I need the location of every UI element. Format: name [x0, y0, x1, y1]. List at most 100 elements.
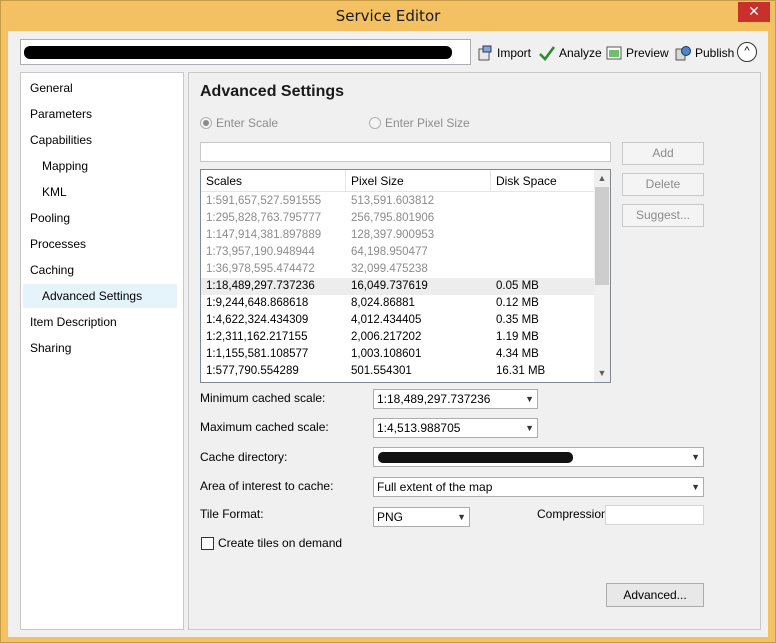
sidebar-item-sharing[interactable]: Sharing [21, 336, 183, 360]
chevron-down-icon: ▼ [525, 423, 534, 433]
sidebar-item-item-description[interactable]: Item Description [21, 310, 183, 334]
analyze-label: Analyze [559, 46, 602, 60]
title-bar[interactable]: Service Editor ✕ [1, 1, 775, 31]
area-of-interest-label: Area of interest to cache: [200, 479, 334, 493]
publish-label: Publish [695, 46, 735, 60]
scale-cell: 1:36,978,595.474472 [206, 263, 315, 275]
collapse-button[interactable]: ^ [737, 42, 757, 62]
close-button[interactable]: ✕ [738, 2, 770, 22]
sidebar-item-general[interactable]: General [21, 76, 183, 100]
scale-cell: 1:577,790.554289 [206, 365, 299, 377]
scale-cell: 1:2,311,162.217155 [206, 331, 308, 343]
table-row[interactable]: 1:577,790.554289 501.554301 16.31 MB [201, 363, 595, 380]
service-editor-window: Service Editor ✕ Import Analyze Preview [0, 0, 776, 643]
import-button[interactable]: Import [477, 43, 531, 63]
analyze-button[interactable]: Analyze [539, 43, 602, 63]
publish-button[interactable]: Publish [675, 43, 734, 63]
disk-space-cell: 0.05 MB [496, 280, 539, 292]
sidebar-item-advanced-settings[interactable]: Advanced Settings [23, 284, 177, 308]
advanced-settings-panel: Advanced Settings Enter Scale Enter Pixe… [188, 72, 761, 630]
scale-cell: 1:147,914,381.897889 [206, 229, 322, 241]
radio-button-checked[interactable] [200, 117, 212, 129]
enter-pixel-size-radio[interactable]: Enter Pixel Size [369, 116, 470, 130]
disk-space-cell: 1.19 MB [496, 331, 539, 343]
disk-space-cell: 0.35 MB [496, 314, 539, 326]
table-scrollbar[interactable]: ▲ ▼ [594, 170, 610, 382]
create-tiles-on-demand-label: Create tiles on demand [218, 536, 343, 550]
chevron-down-icon: ▼ [691, 452, 700, 462]
chevron-down-icon: ▼ [457, 512, 466, 522]
create-tiles-on-demand-checkbox[interactable]: Create tiles on demand [201, 536, 342, 550]
scale-cell: 1:73,957,190.948944 [206, 246, 315, 258]
scale-input[interactable] [200, 142, 611, 162]
scroll-down-arrow[interactable]: ▼ [594, 365, 610, 382]
table-row[interactable]: 1:36,978,595.474472 32,099.475238 [201, 261, 595, 278]
pixel-size-cell: 513,591.603812 [351, 195, 435, 207]
tile-format-dropdown[interactable]: PNG ▼ [373, 507, 470, 527]
advanced-button[interactable]: Advanced... [606, 583, 704, 607]
column-header-disk-space[interactable]: Disk Space [491, 170, 595, 192]
checkbox[interactable] [201, 536, 214, 550]
scales-table[interactable]: Scales Pixel Size Disk Space 1:591,657,5… [200, 169, 611, 383]
cache-directory-label: Cache directory: [200, 450, 288, 464]
sidebar-item-capabilities[interactable]: Capabilities [21, 128, 183, 152]
sidebar-item-processes[interactable]: Processes [21, 232, 183, 256]
pixel-size-cell: 2,006.217202 [351, 331, 422, 343]
column-header-pixel-size[interactable]: Pixel Size [346, 170, 491, 192]
disk-space-cell: 16.31 MB [496, 365, 546, 377]
enter-scale-radio[interactable]: Enter Scale [200, 116, 278, 130]
pixel-size-cell: 64,198.950477 [351, 246, 428, 258]
table-row[interactable]: 1:9,244,648.868618 8,024.86881 0.12 MB [201, 295, 595, 312]
scale-cell: 1:4,622,324.434309 [206, 314, 309, 326]
delete-button[interactable]: Delete [622, 173, 704, 196]
min-scale-label: Minimum cached scale: [200, 391, 326, 405]
pixel-size-cell: 32,099.475238 [351, 263, 428, 275]
sidebar-item-kml[interactable]: KML [21, 180, 183, 204]
table-row[interactable]: 1:591,657,527.591555 513,591.603812 [201, 193, 595, 210]
sidebar-item-caching[interactable]: Caching [21, 258, 183, 282]
sidebar-item-parameters[interactable]: Parameters [21, 102, 183, 126]
redacted-service-name [24, 46, 452, 59]
column-header-scales[interactable]: Scales [201, 170, 346, 192]
table-row[interactable]: 1:18,489,297.737236 16,049.737619 0.05 MB [201, 278, 595, 295]
preview-icon [606, 45, 622, 61]
compression-label: Compression: [537, 507, 612, 521]
table-row[interactable]: 1:73,957,190.948944 64,198.950477 [201, 244, 595, 261]
area-of-interest-value: Full extent of the map [377, 480, 493, 494]
scale-cell: 1:9,244,648.868618 [206, 297, 309, 309]
pixel-size-cell: 501.554301 [351, 365, 412, 377]
table-row[interactable]: 1:147,914,381.897889 128,397.900953 [201, 227, 595, 244]
radio-button[interactable] [369, 117, 381, 129]
enter-pixel-size-label: Enter Pixel Size [385, 116, 470, 130]
import-icon [477, 45, 493, 61]
cache-directory-dropdown[interactable]: ▼ [373, 447, 704, 467]
tile-format-label: Tile Format: [200, 507, 264, 521]
scroll-up-arrow[interactable]: ▲ [594, 170, 610, 187]
min-scale-value: 1:18,489,297.737236 [377, 392, 491, 406]
compression-field[interactable] [605, 505, 704, 525]
tile-format-value: PNG [377, 510, 404, 524]
sidebar-item-pooling[interactable]: Pooling [21, 206, 183, 230]
table-row[interactable]: 1:1,155,581.108577 1,003.108601 4.34 MB [201, 346, 595, 363]
add-button[interactable]: Add [622, 142, 704, 165]
area-of-interest-dropdown[interactable]: Full extent of the map ▼ [373, 477, 704, 497]
preview-button[interactable]: Preview [606, 43, 669, 63]
pixel-size-cell: 8,024.86881 [351, 297, 415, 309]
scrollbar-thumb[interactable] [595, 187, 609, 285]
preview-label: Preview [626, 46, 669, 60]
table-row[interactable]: 1:295,828,763.795777 256,795.801906 [201, 210, 595, 227]
max-scale-dropdown[interactable]: 1:4,513.988705 ▼ [373, 418, 538, 438]
pixel-size-cell: 256,795.801906 [351, 212, 435, 224]
max-scale-label: Maximum cached scale: [200, 420, 329, 434]
suggest-button[interactable]: Suggest... [622, 204, 704, 227]
disk-space-cell: 0.12 MB [496, 297, 539, 309]
window-title: Service Editor [335, 7, 441, 25]
table-row[interactable]: 1:4,622,324.434309 4,012.434405 0.35 MB [201, 312, 595, 329]
redacted-cache-directory [378, 452, 573, 463]
table-row[interactable]: 1:2,311,162.217155 2,006.217202 1.19 MB [201, 329, 595, 346]
pixel-size-cell: 16,049.737619 [351, 280, 428, 292]
min-scale-dropdown[interactable]: 1:18,489,297.737236 ▼ [373, 389, 538, 409]
sidebar-item-mapping[interactable]: Mapping [21, 154, 183, 178]
disk-space-cell: 4.34 MB [496, 348, 539, 360]
service-name-field[interactable] [20, 39, 471, 65]
